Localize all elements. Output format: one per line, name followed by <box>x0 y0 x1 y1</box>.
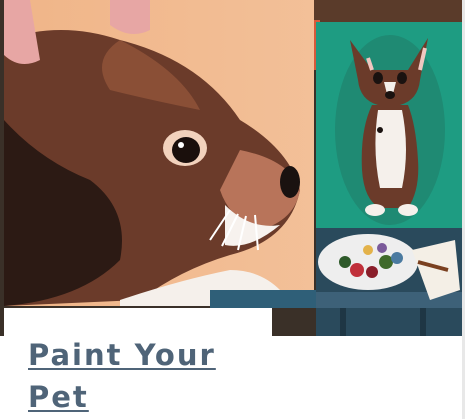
pet-painting-photo[interactable] <box>0 0 465 336</box>
event-title-link[interactable]: Paint Your Pet <box>28 334 268 418</box>
event-card[interactable]: Paint Your Pet <box>0 0 465 419</box>
left-canvas <box>4 0 314 306</box>
right-canvas <box>316 22 462 228</box>
